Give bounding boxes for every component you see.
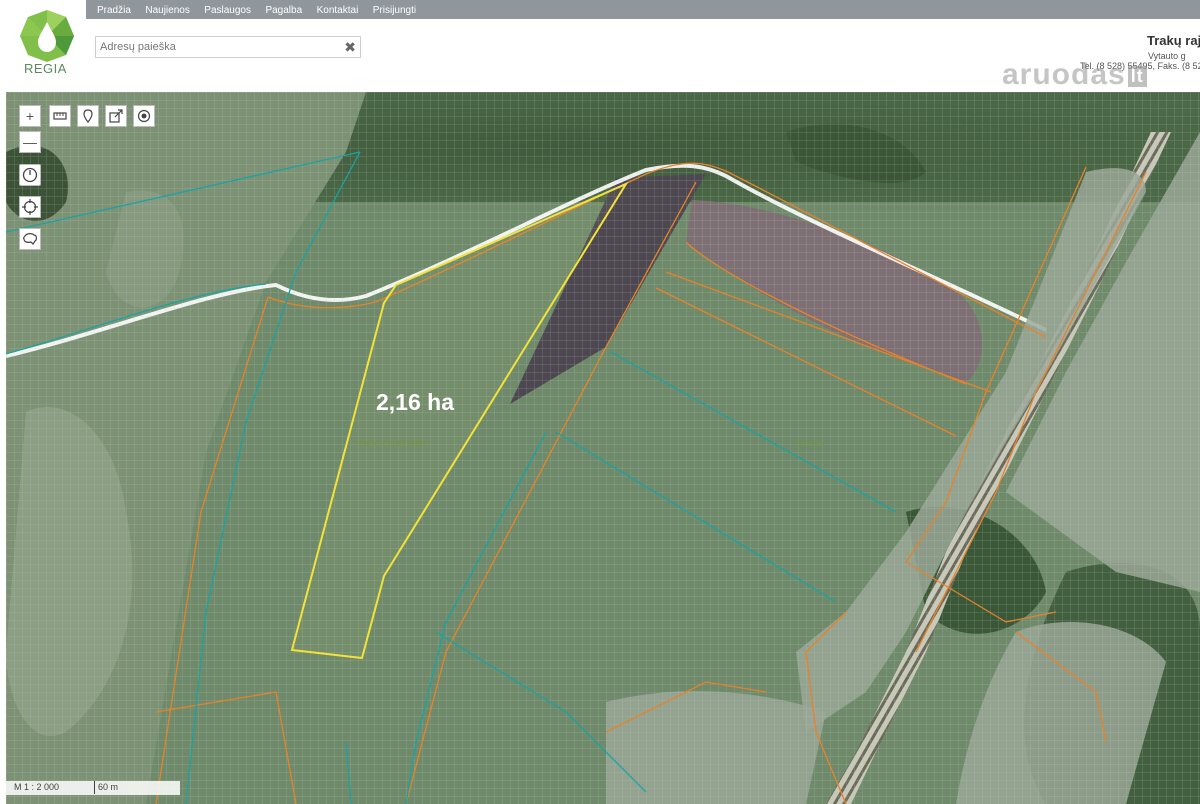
parcel-faint-label: Gošo 2m ta kelio [358,438,426,448]
pin-button[interactable] [77,105,99,127]
nav-item-prisijungti[interactable]: Prisijungti [373,1,416,20]
cloud-icon [22,233,37,245]
map-view[interactable]: + — 2,16 ha Gošo 2m ta kelio Pievos M 1 … [6,92,1200,804]
top-navigation: Pradžia Naujienos Paslaugos Pagalba Kont… [86,0,1200,19]
clock-icon [22,167,38,183]
clear-search-icon[interactable]: ✖ [344,38,356,56]
zoom-in-button[interactable]: + [19,105,41,127]
regia-logo-icon [20,10,74,62]
parcel-faint-label: Pievos [796,438,824,448]
map-scale: M 1 : 2 000 60 m [6,781,180,795]
scale-ratio: M 1 : 2 000 [14,782,60,792]
aruodas-watermark: aruodas lt [1002,58,1147,92]
nav-item-pradzia[interactable]: Pradžia [97,1,131,20]
watermark-suffix: lt [1127,65,1147,87]
scale-length: 60 m [94,781,180,794]
ruler-icon [53,112,67,120]
municipality-title: Trakų rajo [1147,33,1200,48]
target-icon [137,109,151,123]
nav-item-paslaugos[interactable]: Paslaugos [204,1,251,20]
logo-text: REGIA [24,61,67,76]
nav-item-pagalba[interactable]: Pagalba [265,1,302,20]
locate-button[interactable] [19,196,41,218]
export-button[interactable] [105,105,127,127]
area-select-button[interactable] [19,228,41,250]
address-search[interactable]: ✖ [95,36,361,58]
nav-item-kontaktai[interactable]: Kontaktai [317,1,359,20]
map-canvas[interactable] [6,92,1200,804]
municipality-address: Vytauto g [1148,51,1186,61]
nav-item-naujienos[interactable]: Naujienos [145,1,189,20]
parcel-area-label: 2,16 ha [376,389,454,415]
ruler-button[interactable] [49,105,71,127]
pin-icon [83,109,93,123]
history-button[interactable] [19,164,41,186]
crosshair-icon [22,199,38,215]
target-button[interactable] [133,105,155,127]
zoom-out-button[interactable]: — [19,131,41,153]
watermark-text: aruodas [1002,58,1126,91]
address-search-input[interactable] [96,37,334,57]
export-icon [109,109,123,123]
